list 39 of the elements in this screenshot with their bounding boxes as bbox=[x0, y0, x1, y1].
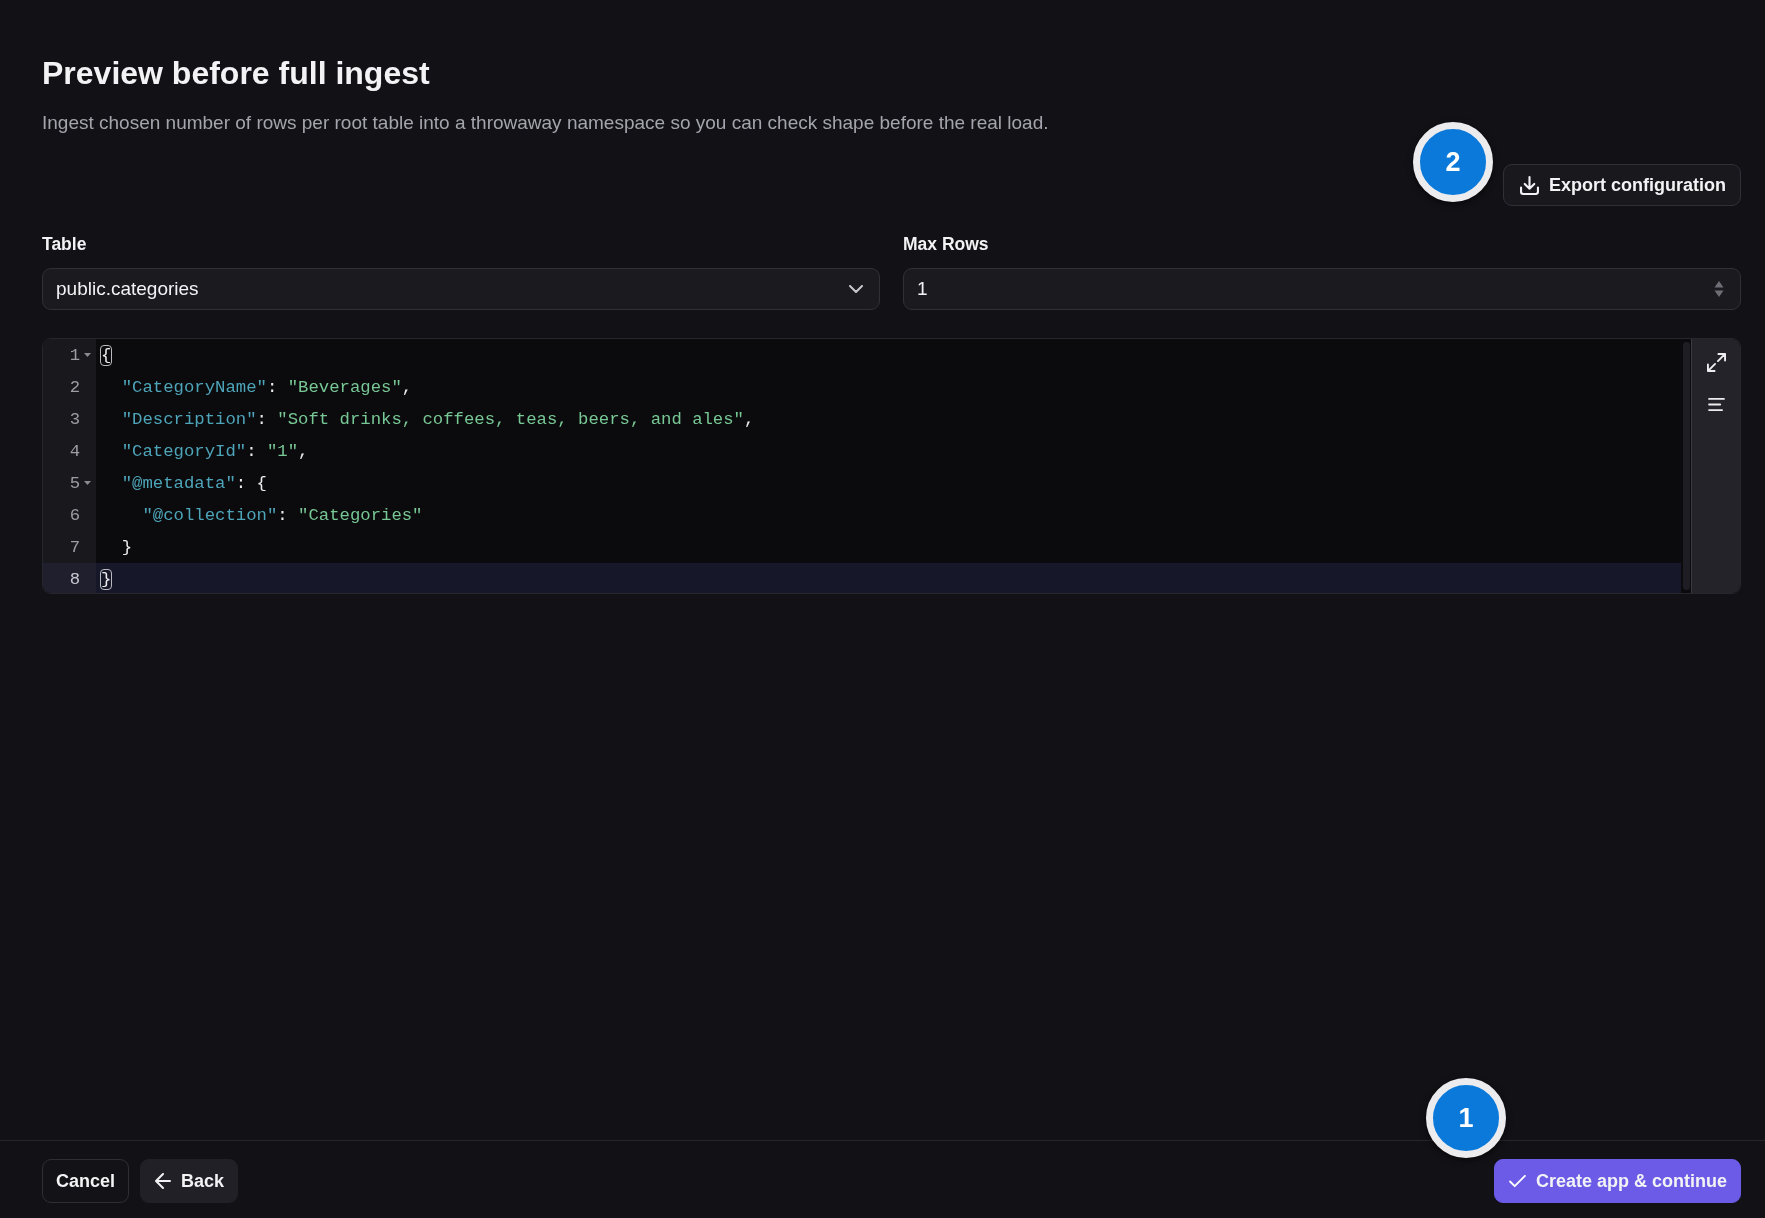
line-number: 2 bbox=[68, 377, 80, 397]
line-number: 5 bbox=[68, 473, 80, 493]
download-icon bbox=[1520, 175, 1539, 195]
select-field[interactable]: public.categories bbox=[42, 268, 880, 310]
code-line: "CategoryId": "1", bbox=[121, 441, 309, 461]
fold-caret-icon[interactable] bbox=[83, 353, 91, 357]
line-number: 6 bbox=[68, 505, 80, 525]
code-line: "@collection": "Categories" bbox=[142, 505, 423, 525]
create-button[interactable]: Create app & continue bbox=[1493, 1159, 1741, 1203]
line-number: 8 bbox=[68, 569, 80, 589]
code-line: } bbox=[121, 537, 133, 557]
export-button[interactable]: Export configuration bbox=[1503, 164, 1741, 206]
expand-icon[interactable] bbox=[1706, 353, 1726, 372]
code-line: "Description": "Soft drinks, coffees, teas, beers, and ales", bbox=[121, 409, 755, 429]
code-editor[interactable]: 1 2 3 4 5 6 7 8 { "CategoryName": "Beverages", "Description": "Soft drinks, coffees, teas, beers, and ales", "CategoryId": "1", "@metadata": { "@collection": "Categories" } } bbox=[42, 338, 1741, 594]
page-description: Ingest chosen number of rows per root table into a throwaway namespace so you can check shape before the real load. bbox=[42, 111, 1049, 135]
code-line: "CategoryName": "Beverages", bbox=[121, 377, 413, 397]
lines-icon[interactable] bbox=[1707, 398, 1725, 411]
code-line: } bbox=[101, 569, 112, 589]
line-number: 1 bbox=[68, 345, 80, 365]
scrollbar[interactable] bbox=[1682, 342, 1690, 590]
line-number: 7 bbox=[68, 537, 80, 557]
number-field[interactable]: 1 bbox=[903, 268, 1741, 310]
code-line: { bbox=[101, 345, 112, 365]
callout-badge: 2 bbox=[1413, 122, 1493, 202]
page-title: Preview before full ingest bbox=[42, 54, 430, 92]
line-number: 3 bbox=[68, 409, 80, 429]
line-number: 4 bbox=[68, 441, 80, 461]
chevron-down-icon bbox=[849, 285, 863, 293]
cancel-button[interactable]: Cancel bbox=[42, 1159, 130, 1203]
callout-badge: 1 bbox=[1425, 1078, 1506, 1158]
back-button[interactable]: Back bbox=[140, 1159, 239, 1203]
field-label: Table bbox=[42, 233, 87, 255]
field-label: Max Rows bbox=[903, 233, 989, 255]
check-icon bbox=[1508, 1174, 1526, 1188]
arrow-left-icon bbox=[155, 1173, 172, 1189]
spinner-arrows-icon[interactable] bbox=[1714, 280, 1724, 298]
fold-caret-icon[interactable] bbox=[83, 481, 91, 485]
code-line: "@metadata": { bbox=[121, 473, 267, 493]
